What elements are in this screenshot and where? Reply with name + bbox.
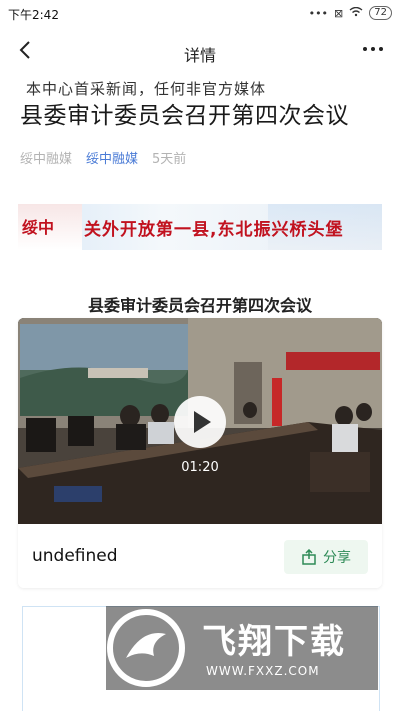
battery-indicator: 72	[369, 6, 392, 20]
promo-banner[interactable]: 绥中 关外开放第一县,东北振兴桥头堡	[18, 204, 382, 250]
publish-time: 5天前	[152, 152, 187, 167]
video-footer: undefined 分享	[18, 524, 382, 588]
dots-icon: •••	[308, 6, 329, 20]
banner-slogan: 关外开放第一县,东北振兴桥头堡	[84, 220, 344, 240]
nav-bar: 详情	[0, 28, 400, 74]
watermark-overlay: 飞翔下载 WWW.FXXZ.COM	[106, 606, 378, 690]
video-title: 县委审计委员会召开第四次会议	[87, 296, 312, 315]
page: 下午2:42 ••• ⊠ 72 详情 县委审计委员会召开第四次会议 绥中融媒 绥…	[0, 0, 400, 711]
video-duration: 01:20	[181, 460, 219, 475]
banner-mark: 绥中	[22, 218, 55, 237]
video-player[interactable]: 01:20	[18, 318, 382, 524]
video-card: 01:20 undefined 分享	[18, 318, 382, 588]
status-icons: ••• ⊠ 72	[309, 6, 392, 20]
share-label: 分享	[323, 550, 351, 566]
more-button[interactable]	[360, 39, 386, 59]
play-button[interactable]	[174, 396, 226, 448]
play-icon	[194, 411, 211, 433]
watermark-title: 飞翔下载	[202, 622, 346, 662]
notice-text: 本中心首采新闻，任何非官方媒体	[26, 80, 267, 98]
more-icon	[363, 47, 383, 51]
wifi-icon	[349, 6, 363, 20]
article-title: 县委审计委员会召开第四次会议	[20, 103, 349, 129]
watermark-url: WWW.FXXZ.COM	[206, 664, 320, 678]
page-title: 详情	[183, 46, 216, 65]
sim-x-icon: ⊠	[334, 6, 344, 20]
banner-logo-area: 绥中	[18, 204, 82, 250]
share-button[interactable]: 分享	[284, 540, 368, 574]
share-icon	[302, 549, 316, 565]
status-time: 下午2:42	[8, 8, 59, 22]
source-link[interactable]: 绥中融媒	[86, 148, 138, 167]
status-bar: 下午2:42 ••• ⊠ 72	[0, 0, 400, 28]
article-meta: 绥中融媒 绥中融媒 5天前	[20, 148, 186, 167]
video-caption: undefined	[32, 546, 118, 566]
source-label: 绥中融媒	[20, 152, 73, 167]
watermark-logo	[107, 609, 185, 687]
